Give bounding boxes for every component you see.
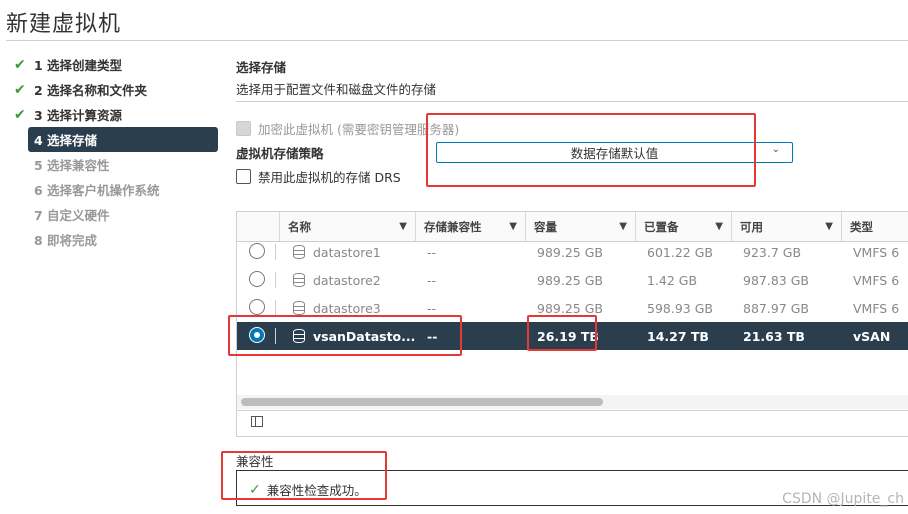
disable-drs-row[interactable]: 禁用此虚拟机的存储 DRS [236, 167, 401, 186]
check-icon: ✓ [249, 481, 261, 498]
column-header-free[interactable]: 可用 ▼ [731, 212, 841, 241]
column-header-capacity[interactable]: 容量 ▼ [525, 212, 635, 241]
step-customize-hardware: 7 自定义硬件 [8, 202, 218, 227]
step-guest-os: 6 选择客户机操作系统 [8, 177, 218, 202]
column-header-compat[interactable]: 存储兼容性 ▼ [415, 212, 525, 241]
disable-drs-checkbox[interactable] [236, 169, 251, 184]
check-icon: ✔ [14, 56, 26, 73]
cell-compat: -- [427, 244, 437, 260]
row-radio-selected[interactable] [249, 327, 265, 343]
header-select-column [237, 212, 279, 241]
cell-provisioned: 601.22 GB [647, 244, 713, 260]
step-ready-to-complete: 8 即将完成 [8, 227, 218, 252]
section-divider [236, 101, 908, 102]
encrypt-vm-label: 加密此虚拟机 (需要密钥管理服务器) [258, 122, 460, 137]
storage-policy-select[interactable]: 数据存储默认值 ⌄ [436, 142, 793, 163]
chevron-down-icon: ⌄ [771, 144, 780, 155]
database-icon [293, 273, 305, 287]
cell-compat: -- [427, 272, 437, 288]
step-compute-resource[interactable]: ✔ 3 选择计算资源 [8, 102, 218, 127]
cell-type: VMFS 6 [853, 244, 900, 260]
filter-icon[interactable]: ▼ [399, 221, 407, 232]
step-label: 8 即将完成 [34, 233, 98, 248]
step-compatibility: 5 选择兼容性 [8, 152, 218, 177]
section-title: 选择存储 [236, 60, 287, 75]
step-label: 5 选择兼容性 [34, 158, 110, 173]
wizard-steps: ✔ 1 选择创建类型 ✔ 2 选择名称和文件夹 ✔ 3 选择计算资源 4 选择存… [8, 52, 218, 252]
title-divider [6, 40, 908, 41]
cell-compat: -- [427, 300, 437, 316]
cell-compat: -- [427, 328, 438, 344]
cell-name: datastore2 [313, 272, 381, 288]
filter-icon[interactable]: ▼ [619, 221, 627, 232]
step-create-type[interactable]: ✔ 1 选择创建类型 [8, 52, 218, 77]
table-row[interactable]: datastore1 -- 989.25 GB 601.22 GB 923.7 … [237, 238, 908, 266]
cell-name: datastore3 [313, 300, 381, 316]
database-icon [293, 301, 305, 315]
compatibility-label: 兼容性 [236, 454, 274, 469]
step-label: 1 选择创建类型 [34, 58, 123, 73]
column-header-type[interactable]: 类型 [841, 212, 908, 241]
table-row[interactable]: datastore3 -- 989.25 GB 598.93 GB 887.97… [237, 294, 908, 322]
filter-icon[interactable]: ▼ [715, 221, 723, 232]
section-subtitle: 选择用于配置文件和磁盘文件的存储 [236, 82, 437, 97]
step-label: 7 自定义硬件 [34, 208, 110, 223]
cell-capacity: 26.19 TB [537, 328, 599, 344]
cell-provisioned: 598.93 GB [647, 300, 713, 316]
filter-icon[interactable]: ▼ [509, 221, 517, 232]
compatibility-message: 兼容性检查成功。 [266, 483, 367, 498]
encrypt-vm-checkbox-row: 加密此虚拟机 (需要密钥管理服务器) [236, 119, 459, 138]
step-label: 2 选择名称和文件夹 [34, 83, 148, 98]
column-toggle-icon[interactable] [251, 416, 263, 427]
filter-icon[interactable]: ▼ [825, 221, 833, 232]
grid-footer-divider [237, 410, 908, 411]
storage-policy-value: 数据存储默认值 [570, 146, 659, 161]
row-radio[interactable] [249, 243, 265, 259]
step-name-folder[interactable]: ✔ 2 选择名称和文件夹 [8, 77, 218, 102]
table-row[interactable]: datastore2 -- 989.25 GB 1.42 GB 987.83 G… [237, 266, 908, 294]
cell-type: VMFS 6 [853, 272, 900, 288]
check-icon: ✔ [14, 106, 26, 123]
step-label: 3 选择计算资源 [34, 108, 123, 123]
cell-name: vsanDatasto... [313, 328, 416, 344]
cell-type: VMFS 6 [853, 300, 900, 316]
cell-name: datastore1 [313, 244, 381, 260]
watermark: CSDN @Jupite_ch [782, 491, 904, 507]
cell-type: vSAN [853, 328, 891, 344]
storage-policy-label: 虚拟机存储策略 [236, 146, 324, 161]
cell-capacity: 989.25 GB [537, 244, 603, 260]
cell-free: 21.63 TB [743, 328, 805, 344]
row-radio[interactable] [249, 299, 265, 315]
check-icon: ✔ [14, 81, 26, 98]
column-header-provisioned[interactable]: 已置备 ▼ [635, 212, 731, 241]
row-radio[interactable] [249, 271, 265, 287]
step-label: 4 选择存储 [34, 133, 98, 148]
cell-provisioned: 1.42 GB [647, 272, 698, 288]
step-label: 6 选择客户机操作系统 [34, 183, 160, 198]
encrypt-vm-checkbox [236, 121, 251, 136]
cell-free: 887.97 GB [743, 300, 809, 316]
database-icon [293, 245, 305, 259]
wizard-title: 新建虚拟机 [6, 12, 122, 37]
database-icon [293, 329, 305, 343]
datastore-grid: 名称 ▼ 存储兼容性 ▼ 容量 ▼ 已置备 ▼ 可用 ▼ 类型 datastor… [236, 211, 908, 437]
table-row-selected[interactable]: vsanDatasto... -- 26.19 TB 14.27 TB 21.6… [237, 322, 908, 350]
compatibility-message-row: ✓ 兼容性检查成功。 [249, 480, 367, 499]
cell-capacity: 989.25 GB [537, 272, 603, 288]
column-header-name[interactable]: 名称 ▼ [279, 212, 415, 241]
step-select-storage[interactable]: 4 选择存储 [28, 127, 218, 152]
cell-provisioned: 14.27 TB [647, 328, 709, 344]
cell-free: 987.83 GB [743, 272, 809, 288]
disable-drs-label: 禁用此虚拟机的存储 DRS [258, 170, 401, 185]
cell-free: 923.7 GB [743, 244, 802, 260]
cell-capacity: 989.25 GB [537, 300, 603, 316]
horizontal-scrollbar-thumb[interactable] [241, 398, 603, 406]
